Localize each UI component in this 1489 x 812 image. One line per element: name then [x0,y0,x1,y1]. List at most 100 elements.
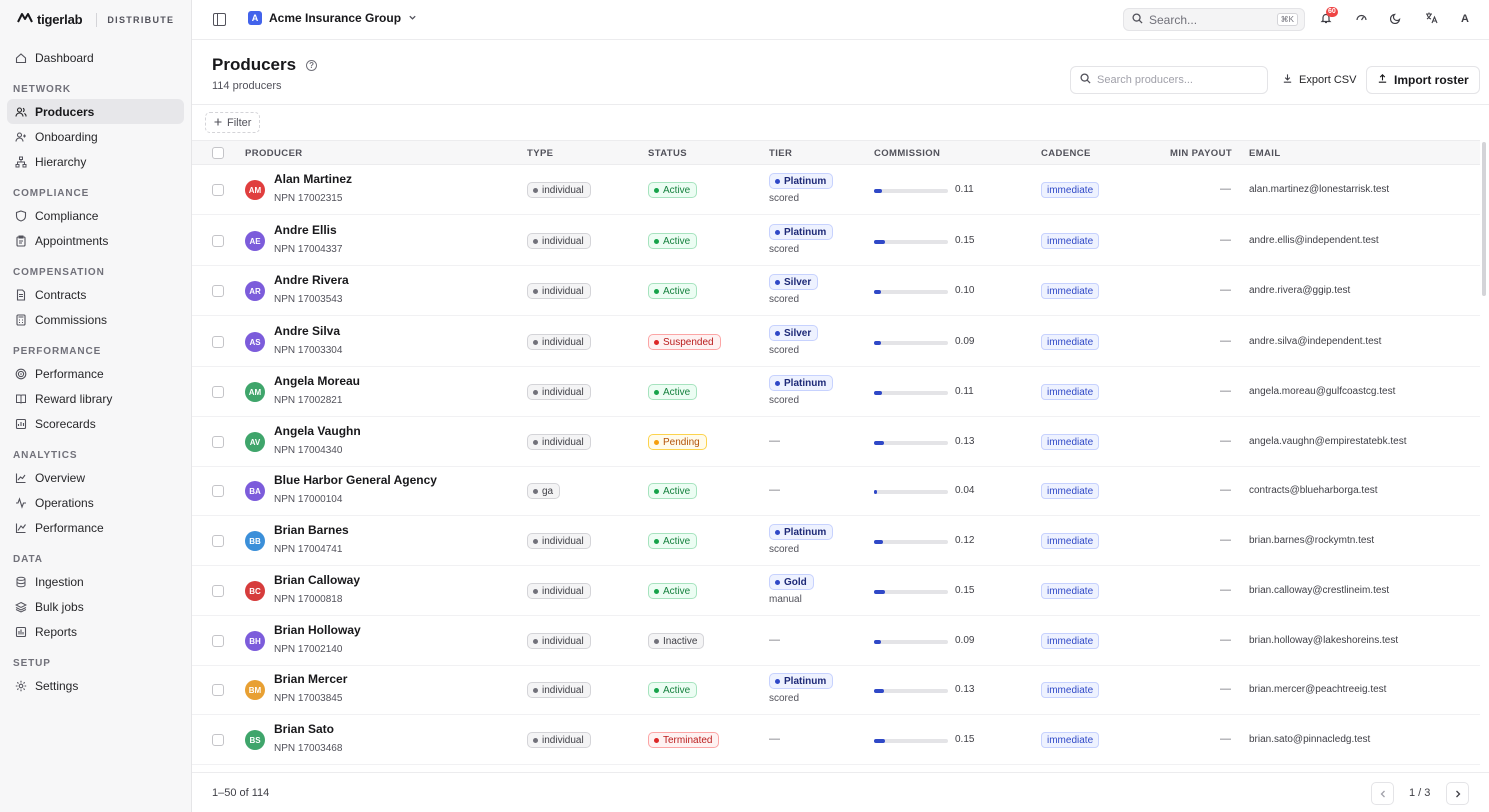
table-row[interactable]: AM Angela Moreau NPN 17002821 individual Act… [192,367,1480,417]
table-row[interactable]: BB Brian Barnes NPN 17004741 individual Acti… [192,516,1480,566]
language-button[interactable] [1423,11,1439,27]
col-email[interactable]: EMAIL [1249,148,1281,159]
producer-email[interactable]: alan.martinez@lonestarrisk.test [1249,184,1389,195]
producer-name[interactable]: Angela Moreau [274,374,360,388]
table-row[interactable]: BC Brian Calloway NPN 17000818 individual Ac… [192,566,1480,616]
gauge-button[interactable] [1353,11,1369,27]
cadence-badge: immediate [1041,233,1100,249]
sidebar-item-commissions[interactable]: Commissions [7,307,184,332]
table-row[interactable]: AS Andre Silva NPN 17003304 individual Suspe… [192,317,1480,367]
sidebar-item-settings[interactable]: Settings [7,673,184,698]
producer-email[interactable]: brian.calloway@crestlineim.test [1249,585,1389,596]
table-scrollbar[interactable] [1482,142,1486,296]
sidebar-toggle-icon[interactable] [213,13,226,26]
type-label: individual [542,734,584,746]
producer-name[interactable]: Andre Ellis [274,223,337,237]
row-checkbox[interactable] [212,285,224,297]
producer-name[interactable]: Alan Martinez [274,172,352,186]
sidebar-item-reward-library[interactable]: Reward library [7,386,184,411]
row-checkbox[interactable] [212,535,224,547]
row-checkbox[interactable] [212,585,224,597]
sidebar-item-operations[interactable]: Operations [7,490,184,515]
row-checkbox[interactable] [212,184,224,196]
row-checkbox[interactable] [212,235,224,247]
sidebar-item-compliance[interactable]: Compliance [7,203,184,228]
user-avatar[interactable]: A [1457,11,1473,27]
producer-email[interactable]: angela.moreau@gulfcoastcg.test [1249,386,1395,397]
producer-email[interactable]: andre.ellis@independent.test [1249,235,1379,246]
select-all-checkbox[interactable] [212,147,224,159]
row-checkbox[interactable] [212,436,224,448]
export-csv-button[interactable]: Export CSV [1275,66,1363,94]
producer-name[interactable]: Angela Vaughn [274,424,361,438]
producer-name[interactable]: Brian Holloway [274,623,361,637]
row-checkbox[interactable] [212,684,224,696]
producer-email[interactable]: contracts@blueharborga.test [1249,485,1378,496]
sidebar-item-ingestion[interactable]: Ingestion [7,569,184,594]
producer-name[interactable]: Brian Mercer [274,672,347,686]
sidebar-item-contracts[interactable]: Contracts [7,282,184,307]
table-row[interactable]: BA Blue Harbor General Agency NPN 17000104… [192,466,1480,516]
theme-toggle[interactable] [1388,11,1404,27]
col-cadence[interactable]: CADENCE [1041,148,1091,159]
col-commission[interactable]: COMMISSION [874,148,940,159]
producer-email[interactable]: brian.barnes@rockymtn.test [1249,535,1374,546]
sidebar-item-reports[interactable]: Reports [7,619,184,644]
producer-email[interactable]: angela.vaughn@empirestatebk.test [1249,436,1406,447]
col-status[interactable]: STATUS [648,148,687,159]
sidebar-item-hierarchy[interactable]: Hierarchy [7,149,184,174]
producer-name[interactable]: Brian Barnes [274,523,349,537]
notifications-button[interactable]: 60 [1318,7,1338,27]
table-row[interactable]: BH Brian Holloway NPN 17002140 individual In… [192,616,1480,666]
col-min-payout[interactable]: MIN PAYOUT [1170,148,1232,159]
add-filter-button[interactable]: Filter [205,112,261,133]
row-checkbox[interactable] [212,336,224,348]
sidebar-item-producers[interactable]: Producers [7,99,184,124]
row-checkbox[interactable] [212,734,224,746]
producer-search-input[interactable] [1097,74,1257,86]
tier-badge: Gold [769,574,814,590]
table-row[interactable]: BS Brian Sato NPN 17003468 individual Termin… [192,715,1480,765]
producer-name[interactable]: Brian Sato [274,722,334,736]
table-row[interactable]: AE Andre Ellis NPN 17004337 individual Activ… [192,216,1480,266]
sidebar-item-performance[interactable]: Performance [7,361,184,386]
producer-name[interactable]: Blue Harbor General Agency [274,473,437,487]
producer-search[interactable] [1070,66,1268,94]
table-row[interactable]: BM Brian Mercer NPN 17003845 individual Acti… [192,665,1480,715]
producer-email[interactable]: andre.silva@independent.test [1249,336,1381,347]
sidebar-item-dashboard[interactable]: Dashboard [7,45,184,70]
org-switcher[interactable]: A Acme Insurance Group [248,11,417,25]
producer-email[interactable]: brian.mercer@peachtreeig.test [1249,684,1386,695]
type-badge: individual [527,633,591,649]
producer-email[interactable]: brian.sato@pinnacledg.test [1249,734,1370,745]
import-roster-button[interactable]: Import roster [1366,66,1480,94]
help-icon[interactable]: ? [306,59,318,71]
producer-email[interactable]: brian.holloway@lakeshoreins.test [1249,635,1398,646]
tier-dot [775,380,780,386]
col-type[interactable]: TYPE [527,148,553,159]
sidebar-item-onboarding[interactable]: Onboarding [7,124,184,149]
sidebar-item-overview[interactable]: Overview [7,465,184,490]
producer-name[interactable]: Brian Calloway [274,573,360,587]
cadence-badge: immediate [1041,633,1100,649]
col-producer[interactable]: PRODUCER [245,148,303,159]
next-page-button[interactable] [1446,782,1469,805]
prev-page-button[interactable] [1371,782,1394,805]
sidebar-item-scorecards[interactable]: Scorecards [7,411,184,436]
global-search[interactable]: Search... ⌘K [1123,8,1305,31]
producer-name[interactable]: Andre Silva [274,324,340,338]
brand-logo[interactable]: tigerlab [17,12,83,27]
row-checkbox[interactable] [212,635,224,647]
sidebar-item-appointments[interactable]: Appointments [7,228,184,253]
sidebar-item-bulk-jobs[interactable]: Bulk jobs [7,594,184,619]
row-checkbox[interactable] [212,485,224,497]
table-row[interactable]: AV Angela Vaughn NPN 17004340 individual Pen… [192,417,1480,467]
sidebar-item-performance[interactable]: Performance [7,515,184,540]
producer-email[interactable]: andre.rivera@ggip.test [1249,285,1350,296]
type-badge: individual [527,182,591,198]
row-checkbox[interactable] [212,386,224,398]
col-tier[interactable]: TIER [769,148,792,159]
producer-name[interactable]: Andre Rivera [274,273,349,287]
table-row[interactable]: AM Alan Martinez NPN 17002315 individual Act… [192,165,1480,215]
table-row[interactable]: AR Andre Rivera NPN 17003543 individual Acti… [192,266,1480,316]
